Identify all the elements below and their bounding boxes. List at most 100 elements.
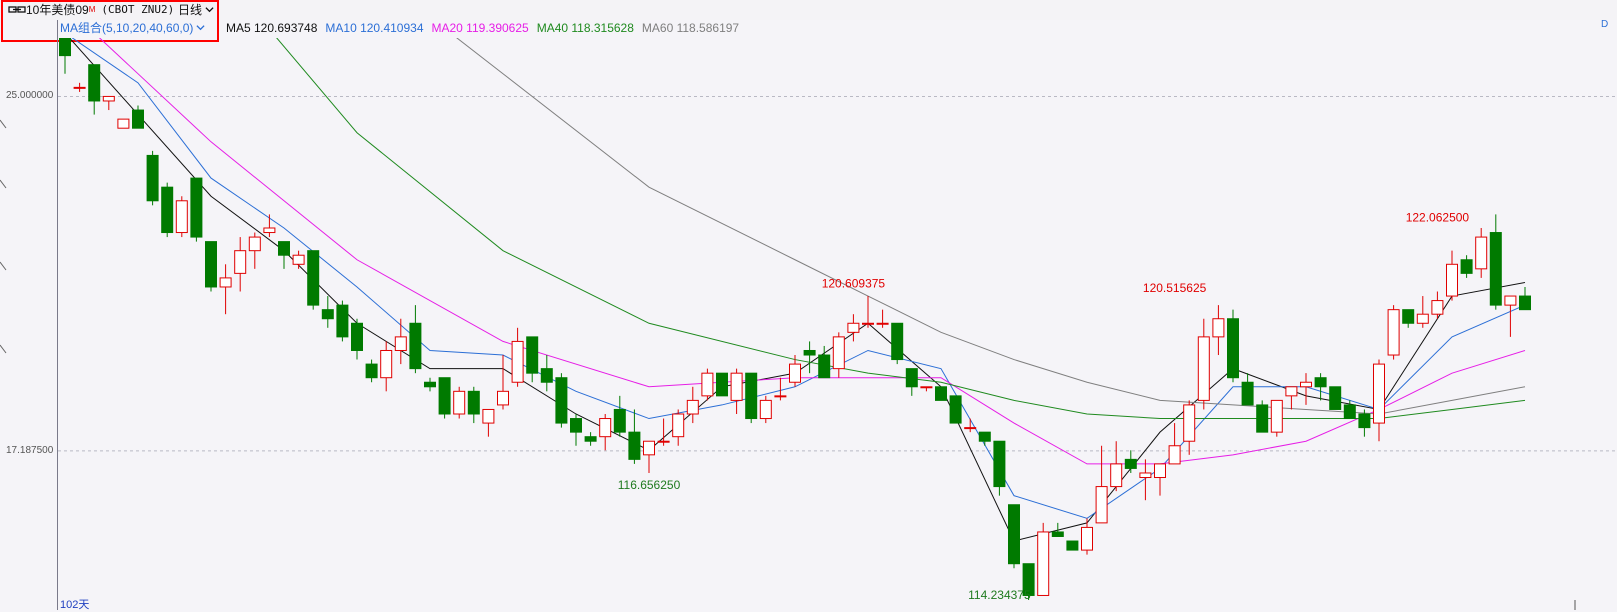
axis-mark — [0, 179, 7, 189]
ma-line-ma10 — [71, 38, 1526, 519]
candle-body — [657, 440, 670, 443]
candle-body — [686, 399, 699, 415]
candle-body — [497, 390, 509, 406]
candle-body — [424, 381, 436, 388]
candle-body — [1154, 463, 1166, 479]
ma-line-ma60 — [456, 38, 1526, 415]
candle-body — [263, 227, 276, 234]
axis-mark — [0, 119, 7, 129]
candle-body — [438, 377, 451, 415]
candle-body — [1358, 413, 1371, 429]
candle-body — [351, 322, 363, 351]
candle-body — [394, 336, 407, 351]
candle-body — [1037, 531, 1050, 596]
candle-body — [1183, 404, 1196, 442]
candle-body — [774, 395, 787, 398]
candle-body — [190, 177, 203, 238]
candle-body — [365, 363, 378, 379]
candle-body — [1110, 463, 1123, 488]
candle-body — [1300, 381, 1312, 388]
candle-body — [832, 336, 845, 370]
candle-body — [993, 440, 1006, 488]
candle-body — [1051, 531, 1064, 537]
candle-body — [1124, 458, 1137, 469]
candle-body — [102, 95, 115, 102]
candle-body — [613, 408, 626, 433]
candle-body — [1241, 381, 1254, 406]
candle-body — [599, 418, 612, 438]
candle-body — [1343, 404, 1356, 420]
candle-body — [1519, 295, 1531, 311]
candle-body — [205, 241, 217, 288]
candle-body — [584, 436, 597, 442]
candle-body — [935, 386, 947, 401]
right-edge-label: D — [1601, 19, 1609, 30]
candle-body — [1387, 309, 1400, 356]
candle-body — [1460, 259, 1473, 274]
extreme-label: 120.609375 — [822, 277, 886, 291]
candle-body — [643, 440, 655, 456]
candle-body — [1256, 404, 1269, 433]
candle-body — [628, 431, 641, 460]
candle-body — [132, 109, 144, 129]
candle-body — [117, 118, 130, 129]
candle-body — [161, 186, 174, 234]
candle-body — [818, 354, 831, 379]
candle-body — [672, 413, 685, 438]
candle-body — [1285, 386, 1298, 397]
candle-body — [278, 241, 290, 256]
candle-body — [978, 431, 991, 442]
candle-body — [803, 349, 816, 356]
candle-body — [920, 386, 933, 389]
candle-body — [73, 86, 86, 89]
candle-body — [234, 250, 247, 274]
candle-body — [1197, 336, 1210, 401]
candle-body — [467, 390, 480, 415]
candle-body — [1446, 263, 1458, 297]
candle-body — [88, 64, 101, 102]
candle-body — [716, 372, 728, 397]
candle-body — [1270, 399, 1283, 433]
candle-body — [1329, 386, 1342, 410]
candle-body — [759, 399, 772, 420]
candle-body — [1095, 486, 1108, 524]
candle-body — [175, 200, 188, 234]
candle-body — [1212, 318, 1225, 338]
candle-body — [1416, 313, 1429, 324]
candle-body — [1504, 295, 1517, 306]
candle-body — [730, 372, 743, 401]
candle-body — [59, 38, 71, 57]
candle-body — [1066, 540, 1079, 551]
extreme-label: 120.515625 — [1143, 281, 1207, 295]
candle-body — [745, 372, 758, 420]
candle-body — [701, 372, 714, 397]
candle-body — [1168, 445, 1181, 465]
candle-body — [336, 304, 349, 338]
candle-body — [949, 395, 962, 424]
candle-body — [1431, 300, 1444, 315]
candle-body — [1489, 232, 1502, 306]
candle-body — [862, 322, 874, 325]
candle-body — [1373, 363, 1385, 424]
candle-body — [847, 322, 860, 333]
candle-body — [146, 154, 159, 202]
axis-mark — [0, 344, 7, 354]
candle-body — [380, 349, 393, 379]
axis-mark — [0, 261, 7, 271]
candlestick-chart[interactable]: 116.656250 120.609375 114.234375 120.515625… — [0, 0, 1617, 610]
candle-body — [1008, 504, 1020, 565]
candle-body — [876, 322, 889, 325]
candle-body — [292, 254, 305, 265]
candle-body — [905, 368, 918, 388]
candle-body — [409, 322, 422, 370]
candle-body — [526, 336, 539, 374]
candle-body — [1475, 236, 1488, 270]
candle-body — [570, 418, 582, 433]
candle-body — [1081, 526, 1093, 551]
candle-body — [307, 250, 320, 306]
candle-body — [964, 427, 977, 430]
extreme-label: 116.656250 — [618, 478, 681, 492]
candle-body — [1227, 318, 1239, 379]
candle-body — [1314, 377, 1327, 388]
candle-body — [248, 236, 261, 252]
